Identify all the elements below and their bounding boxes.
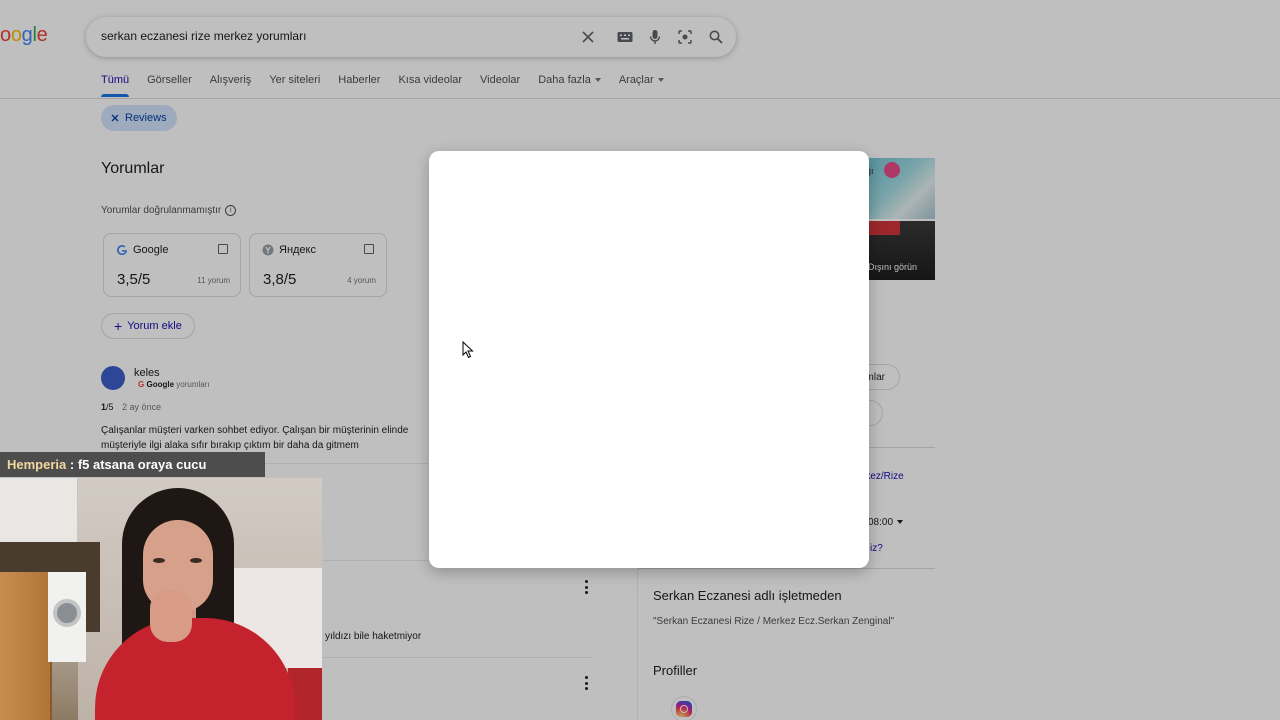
chat-username: Hemperia xyxy=(7,457,67,472)
streamer-eye xyxy=(153,558,165,563)
chat-text: : f5 atsana oraya cucu xyxy=(69,457,207,472)
washing-machine xyxy=(48,572,86,662)
streamer-eye xyxy=(190,558,202,563)
webcam-overlay xyxy=(0,478,322,720)
blank-dialog[interactable] xyxy=(429,151,869,568)
stream-chat-message: Hemperia : f5 atsana oraya cucu xyxy=(0,452,265,477)
webcam-cabinet xyxy=(0,478,78,550)
streamer-hand xyxy=(150,590,192,642)
google-search-page: oogle serkan eczanesi rize merkez yoruml… xyxy=(0,0,1280,720)
webcam-wood-cabinet xyxy=(0,572,52,720)
